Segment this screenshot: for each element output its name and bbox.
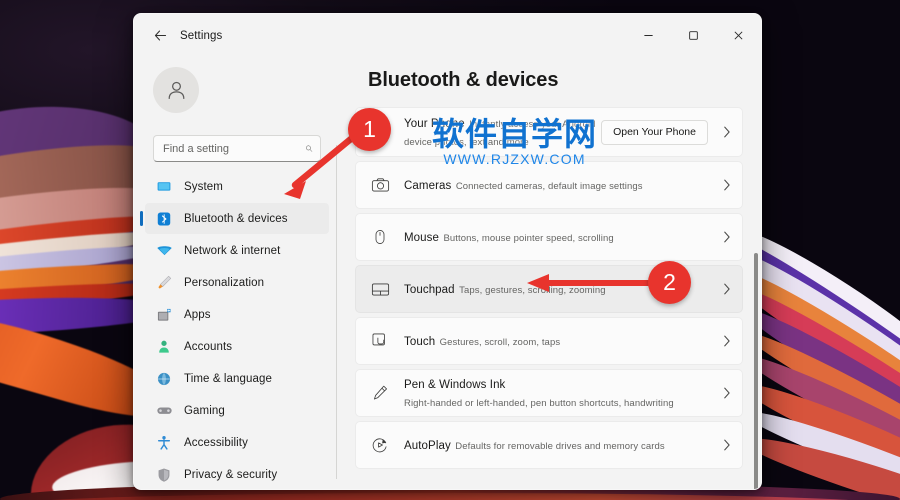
card-text: Pen & Windows Ink Right-handed or left-h… <box>404 375 719 411</box>
mouse-icon <box>369 229 391 245</box>
card-title: Your Phone <box>404 118 465 130</box>
search-container <box>134 123 337 162</box>
sidebar-item-label: Gaming <box>184 404 225 417</box>
chevron-right-icon[interactable] <box>719 282 733 296</box>
sidebar-item-label: Privacy & security <box>184 468 278 481</box>
scrollbar-thumb[interactable] <box>754 253 758 489</box>
back-arrow-icon <box>154 30 166 41</box>
card-title: Cameras <box>404 180 452 192</box>
sidebar-item-privacy-security[interactable]: Privacy & security <box>145 459 329 489</box>
chevron-right-icon[interactable] <box>719 125 733 139</box>
sidebar-item-accounts[interactable]: Accounts <box>145 331 329 362</box>
sidebar-item-personalization[interactable]: Personalization <box>145 267 329 298</box>
title-bar: Settings <box>134 14 761 57</box>
page-title: Bluetooth & devices <box>368 69 559 91</box>
chevron-right-icon[interactable] <box>719 438 733 452</box>
card-subtitle: Buttons, mouse pointer speed, scrolling <box>443 233 614 244</box>
touchpad-icon <box>369 280 391 299</box>
window-controls <box>626 14 761 57</box>
settings-card-touch[interactable]: Touch Gestures, scroll, zoom, taps <box>355 317 743 365</box>
wifi-icon <box>155 242 173 260</box>
card-text: Touch Gestures, scroll, zoom, taps <box>404 332 719 350</box>
search-input[interactable] <box>163 142 305 155</box>
chevron-right-icon[interactable] <box>719 386 733 400</box>
sidebar-item-label: Time & language <box>184 372 273 385</box>
close-icon <box>734 31 743 40</box>
gamepad-icon <box>155 402 173 420</box>
card-text: Cameras Connected cameras, default image… <box>404 176 719 194</box>
settings-card-cameras[interactable]: Cameras Connected cameras, default image… <box>355 161 743 209</box>
card-text: Your Phone Instantly access your Android… <box>404 114 601 150</box>
maximize-button[interactable] <box>671 14 716 57</box>
card-title: Touchpad <box>404 284 455 296</box>
card-text: AutoPlay Defaults for removable drives a… <box>404 436 719 454</box>
chevron-right-icon[interactable] <box>719 334 733 348</box>
settings-card-your-phone[interactable]: Your Phone Instantly access your Android… <box>355 107 743 157</box>
pen-icon <box>369 384 391 402</box>
apps-icon <box>155 306 173 324</box>
sidebar-item-label: Personalization <box>184 276 265 289</box>
sidebar-item-label: System <box>184 180 223 193</box>
card-text: Mouse Buttons, mouse pointer speed, scro… <box>404 228 719 246</box>
avatar[interactable] <box>153 67 199 113</box>
sidebar: System Bluetooth & devices <box>134 57 337 489</box>
close-button[interactable] <box>716 14 761 57</box>
sidebar-item-accessibility[interactable]: Accessibility <box>145 427 329 458</box>
monitor-icon <box>155 178 173 196</box>
sidebar-item-label: Accounts <box>184 340 233 353</box>
settings-card-pen-windows-ink[interactable]: Pen & Windows Ink Right-handed or left-h… <box>355 369 743 417</box>
card-subtitle: Taps, gestures, scrolling, zooming <box>459 285 606 296</box>
main-content: Bluetooth & devices Your Phone Instantly… <box>337 57 761 489</box>
annotation-badge-2: 2 <box>648 261 691 304</box>
card-subtitle: Connected cameras, default image setting… <box>455 181 643 192</box>
sidebar-item-system[interactable]: System <box>145 171 329 202</box>
chevron-right-icon[interactable] <box>719 230 733 244</box>
globe-clock-icon <box>155 370 173 388</box>
window-title: Settings <box>180 29 223 42</box>
minimize-icon <box>644 35 653 36</box>
sidebar-item-gaming[interactable]: Gaming <box>145 395 329 426</box>
scrollbar[interactable] <box>754 253 758 489</box>
search-box[interactable] <box>153 135 321 162</box>
settings-card-mouse[interactable]: Mouse Buttons, mouse pointer speed, scro… <box>355 213 743 261</box>
back-button[interactable] <box>145 23 175 49</box>
settings-window: Settings Find a setting System Bluetooth… <box>133 13 762 490</box>
touch-icon <box>369 332 391 350</box>
bluetooth-icon <box>155 210 173 228</box>
settings-card-list: Your Phone Instantly access your Android… <box>337 107 761 469</box>
avatar-container <box>134 57 337 123</box>
sidebar-item-label: Apps <box>184 308 211 321</box>
search-icon <box>306 145 313 152</box>
chevron-right-icon[interactable] <box>719 178 733 192</box>
card-subtitle: Gestures, scroll, zoom, taps <box>439 337 561 348</box>
maximize-icon <box>689 31 698 40</box>
sidebar-item-network-internet[interactable]: Network & internet <box>145 235 329 266</box>
accessibility-icon <box>155 434 173 452</box>
card-title: AutoPlay <box>404 440 451 452</box>
sidebar-item-time-language[interactable]: Time & language <box>145 363 329 394</box>
accounts-icon <box>155 338 173 356</box>
card-title: Mouse <box>404 232 440 244</box>
sidebar-item-bluetooth-devices[interactable]: Bluetooth & devices <box>140 203 329 234</box>
sidebar-item-label: Network & internet <box>184 244 281 257</box>
user-avatar-icon <box>168 81 184 99</box>
card-title: Pen & Windows Ink <box>404 379 506 391</box>
open-your-phone-button[interactable]: Open Your Phone <box>601 119 708 145</box>
sidebar-item-apps[interactable]: Apps <box>145 299 329 330</box>
paintbrush-icon <box>155 274 173 292</box>
shield-icon <box>155 466 173 484</box>
sidebar-item-label: Bluetooth & devices <box>184 212 288 225</box>
annotation-badge-1: 1 <box>348 108 391 151</box>
settings-card-autoplay[interactable]: AutoPlay Defaults for removable drives a… <box>355 421 743 469</box>
card-title: Touch <box>404 336 436 348</box>
autoplay-icon <box>369 436 391 454</box>
card-subtitle: Right-handed or left-handed, pen button … <box>404 398 674 409</box>
card-subtitle: Defaults for removable drives and memory… <box>455 441 665 452</box>
minimize-button[interactable] <box>626 14 671 57</box>
sidebar-item-label: Accessibility <box>184 436 248 449</box>
camera-icon <box>369 176 391 195</box>
sidebar-nav: System Bluetooth & devices Network & int… <box>134 171 337 489</box>
